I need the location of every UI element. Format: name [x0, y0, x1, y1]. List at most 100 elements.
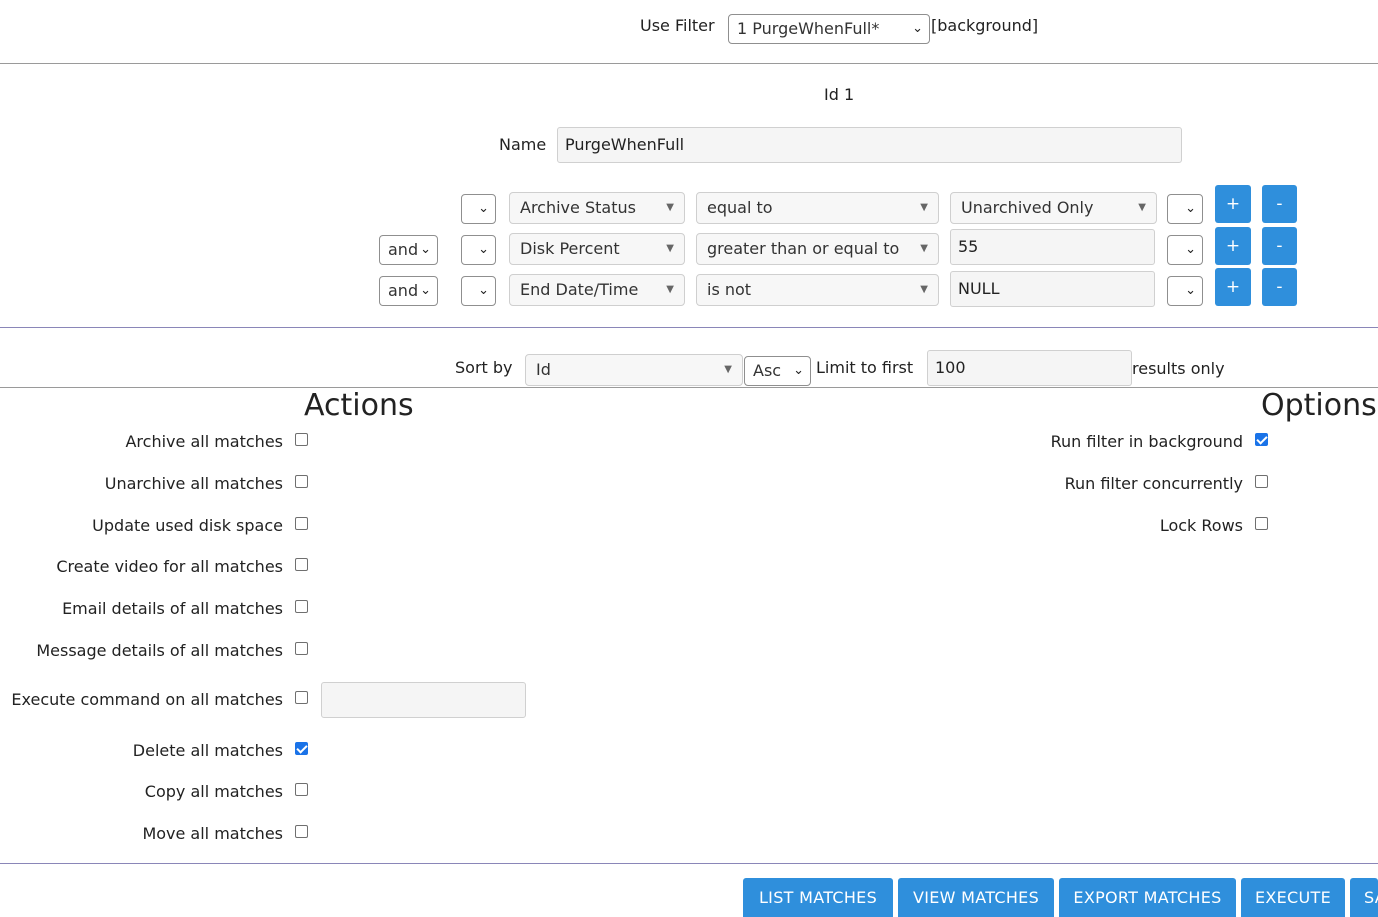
option-checkbox[interactable]	[1255, 433, 1268, 446]
action-label: Execute command on all matches	[11, 690, 283, 709]
chevron-down-icon: ⌄	[1185, 242, 1196, 257]
sort-direction-select[interactable]: Asc ⌄	[744, 356, 811, 386]
save-button[interactable]: SA	[1350, 878, 1378, 917]
add-term-button[interactable]: +	[1215, 227, 1251, 265]
action-label: Unarchive all matches	[104, 474, 283, 493]
term-conjunction-value: and	[388, 281, 419, 300]
term-paren-close[interactable]: ⌄	[1167, 276, 1203, 306]
add-term-button[interactable]: +	[1215, 268, 1251, 306]
term-paren-open[interactable]: ⌄	[461, 235, 496, 265]
dropdown-arrow-icon: ▼	[920, 202, 928, 213]
term-attribute-value: Archive Status	[520, 198, 636, 217]
chevron-down-icon: ⌄	[1185, 201, 1196, 216]
term-value-input[interactable]: NULL	[950, 271, 1155, 307]
option-label: Run filter concurrently	[1064, 474, 1243, 493]
term-value-select[interactable]: Unarchived Only ▼	[950, 192, 1157, 224]
sort-by-label: Sort by	[455, 358, 513, 377]
term-operator-value: is not	[707, 280, 752, 299]
divider	[0, 863, 1378, 864]
term-conjunction-select[interactable]: and ⌄	[379, 276, 438, 306]
dropdown-arrow-icon: ▼	[666, 284, 674, 295]
list-matches-button[interactable]: LIST MATCHES	[743, 878, 893, 917]
option-label: Run filter in background	[1050, 432, 1243, 451]
filter-id: Id 1	[824, 85, 855, 104]
action-checkbox[interactable]	[295, 642, 308, 655]
dropdown-arrow-icon: ▼	[666, 202, 674, 213]
actions-heading: Actions	[304, 388, 414, 423]
action-checkbox[interactable]	[295, 433, 308, 446]
term-value: Unarchived Only	[961, 198, 1094, 217]
chevron-down-icon: ⌄	[420, 283, 431, 298]
chevron-down-icon: ⌄	[420, 242, 431, 257]
action-label: Email details of all matches	[62, 599, 283, 618]
filter-select[interactable]: 1 PurgeWhenFull* ⌄	[728, 14, 930, 44]
action-label: Archive all matches	[125, 432, 283, 451]
action-checkbox[interactable]	[295, 783, 308, 796]
term-operator-select[interactable]: greater than or equal to ▼	[696, 233, 939, 265]
dropdown-arrow-icon: ▼	[666, 243, 674, 254]
term-attribute-select[interactable]: Archive Status ▼	[509, 192, 685, 224]
remove-term-button[interactable]: -	[1262, 227, 1297, 265]
execute-button[interactable]: EXECUTE	[1241, 878, 1345, 917]
term-attribute-value: End Date/Time	[520, 280, 639, 299]
action-checkbox[interactable]	[295, 558, 308, 571]
background-tag: [background]	[931, 16, 1039, 35]
action-checkbox[interactable]	[295, 691, 308, 704]
export-matches-button[interactable]: EXPORT MATCHES	[1059, 878, 1236, 917]
action-checkbox[interactable]	[295, 517, 308, 530]
action-checkbox[interactable]	[295, 475, 308, 488]
results-only-label: results only	[1132, 359, 1225, 378]
term-conjunction-select[interactable]: and ⌄	[379, 235, 438, 265]
action-checkbox[interactable]	[295, 825, 308, 838]
limit-input[interactable]: 100	[927, 350, 1132, 386]
term-operator-select[interactable]: is not ▼	[696, 274, 939, 306]
action-checkbox[interactable]	[295, 742, 308, 755]
term-attribute-select[interactable]: End Date/Time ▼	[509, 274, 685, 306]
remove-term-button[interactable]: -	[1262, 268, 1297, 306]
dropdown-arrow-icon: ▼	[1138, 202, 1146, 213]
divider	[0, 63, 1378, 64]
add-term-button[interactable]: +	[1215, 185, 1251, 223]
view-matches-button[interactable]: VIEW MATCHES	[898, 878, 1054, 917]
action-label: Move all matches	[142, 824, 283, 843]
name-input[interactable]: PurgeWhenFull	[557, 127, 1182, 163]
term-operator-value: equal to	[707, 198, 773, 217]
dropdown-arrow-icon: ▼	[920, 284, 928, 295]
term-paren-close[interactable]: ⌄	[1167, 235, 1203, 265]
option-label: Lock Rows	[1159, 516, 1243, 535]
divider	[0, 387, 1378, 388]
chevron-down-icon: ⌄	[478, 283, 489, 298]
dropdown-arrow-icon: ▼	[724, 364, 732, 375]
sort-field-value: Id	[536, 360, 551, 379]
chevron-down-icon: ⌄	[793, 363, 804, 378]
use-filter-label: Use Filter	[640, 16, 715, 35]
action-label: Delete all matches	[132, 741, 283, 760]
term-operator-value: greater than or equal to	[707, 239, 900, 258]
chevron-down-icon: ⌄	[478, 201, 489, 216]
action-label: Create video for all matches	[56, 557, 283, 576]
option-checkbox[interactable]	[1255, 475, 1268, 488]
term-operator-select[interactable]: equal to ▼	[696, 192, 939, 224]
term-attribute-select[interactable]: Disk Percent ▼	[509, 233, 685, 265]
chevron-down-icon: ⌄	[478, 242, 489, 257]
action-label: Copy all matches	[144, 782, 283, 801]
limit-label: Limit to first	[816, 358, 914, 377]
term-paren-open[interactable]: ⌄	[461, 276, 496, 306]
option-checkbox[interactable]	[1255, 517, 1268, 530]
term-attribute-value: Disk Percent	[520, 239, 620, 258]
name-label: Name	[499, 135, 547, 154]
term-paren-close[interactable]: ⌄	[1167, 194, 1203, 224]
dropdown-arrow-icon: ▼	[920, 243, 928, 254]
term-value-input[interactable]: 55	[950, 229, 1155, 265]
term-conjunction-value: and	[388, 240, 419, 259]
action-checkbox[interactable]	[295, 600, 308, 613]
action-label: Update used disk space	[92, 516, 283, 535]
sort-field-select[interactable]: Id ▼	[525, 354, 743, 386]
divider	[0, 327, 1378, 328]
chevron-down-icon: ⌄	[1185, 283, 1196, 298]
sort-direction-value: Asc	[753, 361, 782, 380]
execute-command-input[interactable]	[321, 682, 526, 718]
action-label: Message details of all matches	[36, 641, 283, 660]
remove-term-button[interactable]: -	[1262, 185, 1297, 223]
term-paren-open[interactable]: ⌄	[461, 194, 496, 224]
